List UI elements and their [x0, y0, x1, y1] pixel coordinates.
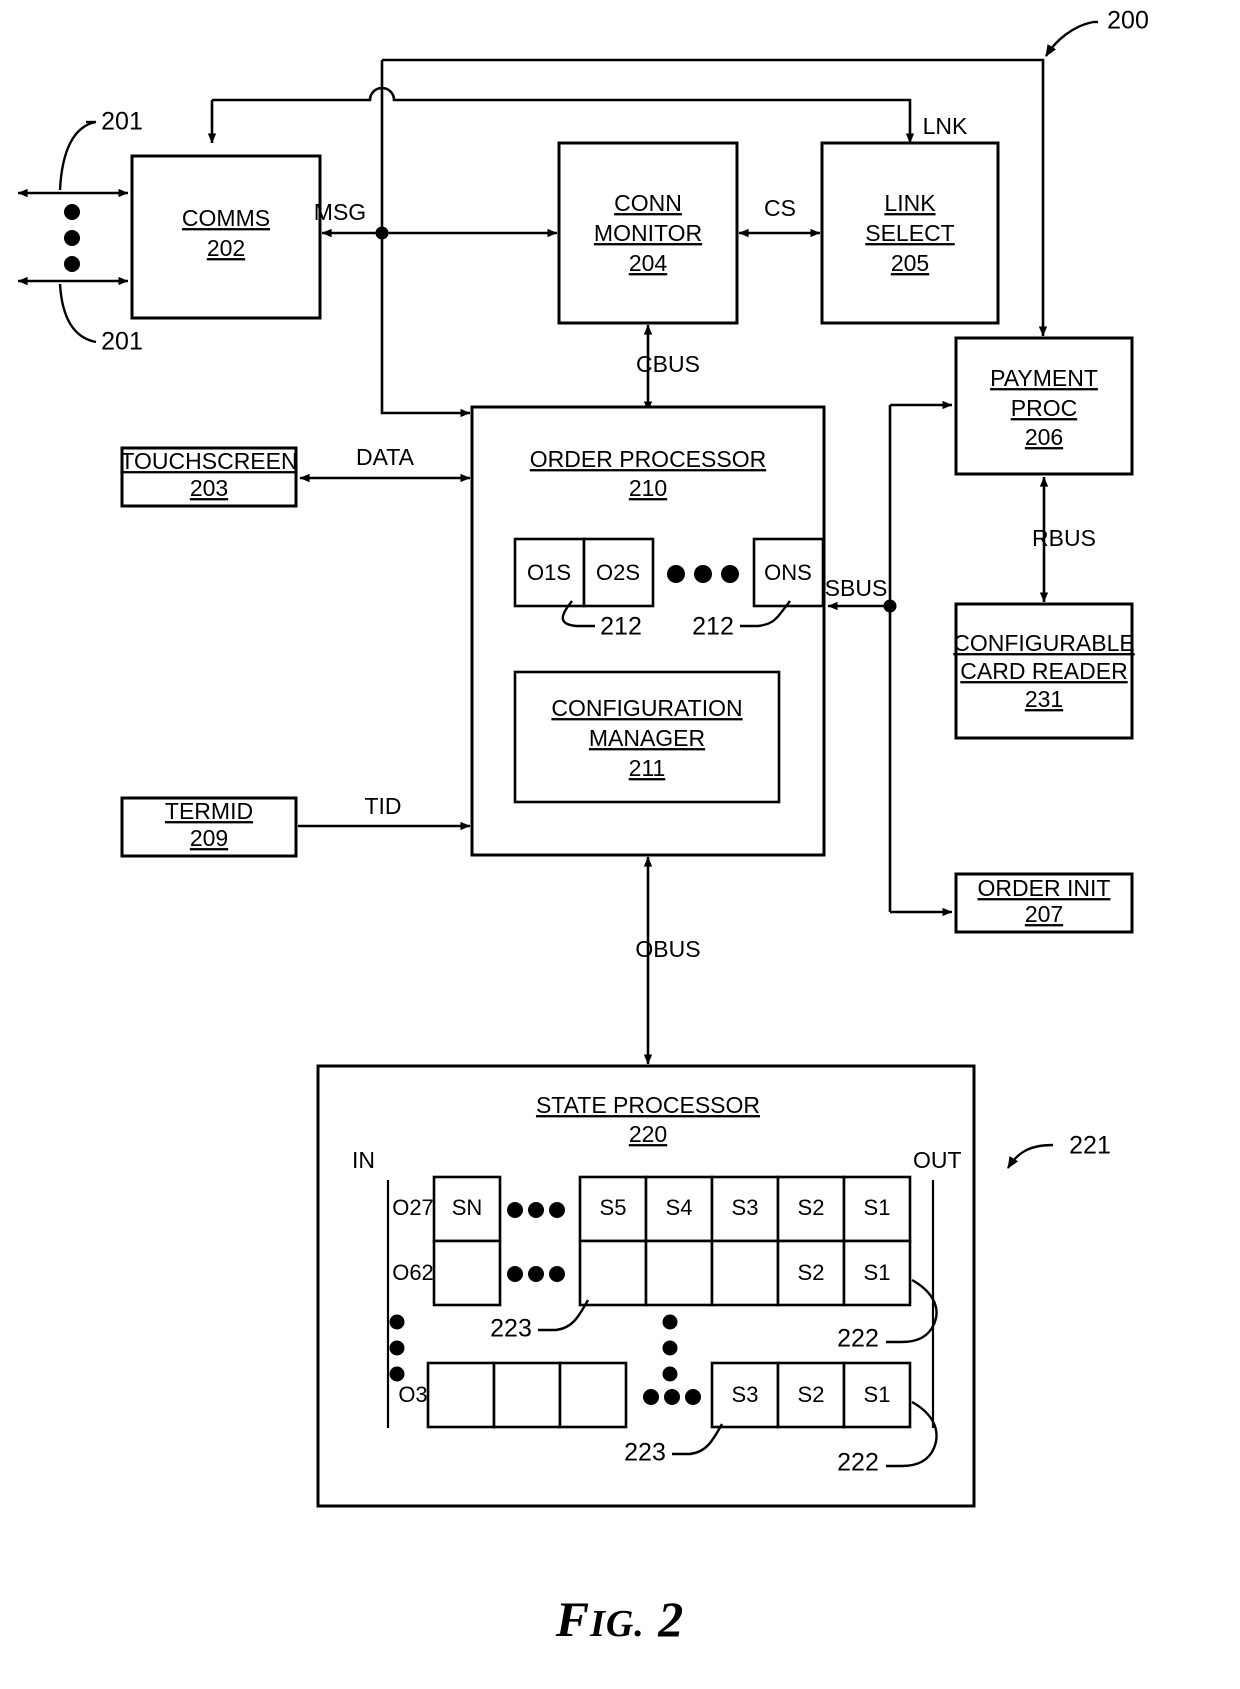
order-processor-title: ORDER PROCESSOR [530, 446, 766, 472]
order-state-cell-o1s-label: O1S [527, 560, 571, 585]
payment-proc-title-line2: PROC [1011, 395, 1077, 421]
ref-223-b-label: 223 [624, 1439, 666, 1467]
ref-221-label: 221 [1069, 1132, 1111, 1160]
top-inner-rail [207, 86, 915, 144]
ref-212-right-label: 212 [692, 613, 734, 641]
order-state-cell-o2s-label: O2S [596, 560, 640, 585]
cs-signal-label: CS [764, 195, 796, 221]
comms-links-vertical-ellipsis [64, 204, 80, 272]
rbus-signal-label: RBUS [1032, 525, 1096, 551]
figure-caption: FIG. 2 [0, 1590, 1240, 1648]
state-in-label: IN [352, 1147, 375, 1173]
state-rows-vertical-ellipsis-left [389, 1314, 405, 1382]
comms-trunk-line [375, 60, 471, 418]
state-row0-cell-s2-label: S2 [798, 1195, 825, 1220]
state-row2-cell-s1-label: S1 [864, 1382, 891, 1407]
state-row1-cell-0 [578, 1239, 648, 1307]
state-out-label: OUT [913, 1147, 962, 1173]
state-row2-left-cell-1 [492, 1361, 562, 1429]
obus-signal-label: OBUS [635, 936, 700, 962]
order-init-ref: 207 [1025, 901, 1063, 927]
comms-title: COMMS [182, 205, 270, 231]
lnk-signal-label: LNK [923, 113, 968, 139]
ref-201-bottom-leader [58, 283, 97, 344]
card-reader-title-line1: CONFIGURABLE [953, 630, 1134, 656]
ref-201-bottom-label: 201 [101, 328, 143, 356]
comms-ref: 202 [207, 235, 245, 261]
figure-caption-prefix: F [555, 1591, 591, 1647]
order-state-ellipsis [667, 565, 739, 583]
sbus-routing [827, 400, 953, 917]
sbus-junction-dot [883, 599, 897, 613]
cbus-signal-label: CBUS [636, 351, 700, 377]
payment-proc-title-line1: PAYMENT [990, 365, 1098, 391]
state-row1-left-cell [432, 1239, 502, 1307]
conn-monitor-ref: 204 [629, 250, 668, 276]
state-row1-cell-s2-label: S2 [798, 1260, 825, 1285]
state-row-order-id-0: O27 [392, 1195, 434, 1220]
touchscreen-ref: 203 [190, 475, 228, 501]
config-manager-title-line2: MANAGER [589, 725, 705, 751]
ref-201-top-label: 201 [101, 108, 143, 136]
order-processor-ref: 210 [629, 475, 667, 501]
order-state-cell-ons-label: ONS [764, 560, 812, 585]
state-row-order-id-2: O3 [398, 1382, 427, 1407]
msg-signal-label: MSG [314, 199, 366, 225]
state-row0-left-cell-label: SN [452, 1195, 483, 1220]
conn-monitor-title-line1: CONN [614, 190, 682, 216]
touchscreen-title: TOUCHSCREEN [120, 448, 297, 474]
state-row1-ellipsis [507, 1266, 565, 1282]
diagram-canvas: 200 201 201 COMMS 202 MSG CONN MONITOR 2… [17, 7, 1149, 1508]
card-reader-ref: 231 [1025, 686, 1063, 712]
state-row-order-id-1: O62 [392, 1260, 434, 1285]
patent-figure-page: 200 201 201 COMMS 202 MSG CONN MONITOR 2… [0, 0, 1240, 1689]
termid-ref: 209 [190, 825, 228, 851]
state-row1-cell-1 [644, 1239, 714, 1307]
figure-caption-ig: IG. [590, 1603, 645, 1645]
state-row2-cell-s3-label: S3 [732, 1382, 759, 1407]
state-row0-cell-s1-label: S1 [864, 1195, 891, 1220]
ref-212-left-label: 212 [600, 613, 642, 641]
config-manager-title-line1: CONFIGURATION [551, 695, 742, 721]
payment-proc-ref: 206 [1025, 424, 1063, 450]
ref-221-leader [1006, 1143, 1054, 1169]
state-row0-cell-s4-label: S4 [666, 1195, 693, 1220]
figure-caption-number: 2 [658, 1591, 685, 1647]
state-row0-cell-s3-label: S3 [732, 1195, 759, 1220]
state-row1-cell-2 [710, 1239, 780, 1307]
ref-200-leader [1044, 20, 1098, 57]
state-rows-vertical-ellipsis-mid [662, 1314, 678, 1382]
state-row2-left-cell-0 [426, 1361, 496, 1429]
link-select-title-line1: LINK [884, 190, 936, 216]
state-row2-left-cell-2 [558, 1361, 628, 1429]
state-row0-ellipsis [507, 1202, 565, 1218]
card-reader-title-line2: CARD READER [960, 658, 1127, 684]
tid-signal-label: TID [364, 793, 401, 819]
state-row1-cell-s1-label: S1 [864, 1260, 891, 1285]
conn-monitor-title-line2: MONITOR [594, 220, 702, 246]
ref-223-a-label: 223 [490, 1315, 532, 1343]
config-manager-ref: 211 [629, 755, 666, 781]
data-signal-label: DATA [356, 444, 415, 470]
ref-222-b-label: 222 [837, 1449, 879, 1477]
order-init-title: ORDER INIT [978, 875, 1111, 901]
ref-222-a-label: 222 [837, 1325, 879, 1353]
state-row2-cell-s2-label: S2 [798, 1382, 825, 1407]
state-processor-title: STATE PROCESSOR [536, 1092, 760, 1118]
state-processor-ref: 220 [629, 1121, 667, 1147]
state-row2-ellipsis [643, 1389, 701, 1405]
ref-200-label: 200 [1107, 7, 1149, 35]
termid-title: TERMID [165, 798, 253, 824]
state-row0-cell-s5-label: S5 [600, 1195, 627, 1220]
link-select-title-line2: SELECT [865, 220, 954, 246]
sbus-signal-label: SBUS [825, 575, 888, 601]
link-select-ref: 205 [891, 250, 929, 276]
ref-201-top-leader [58, 120, 97, 191]
